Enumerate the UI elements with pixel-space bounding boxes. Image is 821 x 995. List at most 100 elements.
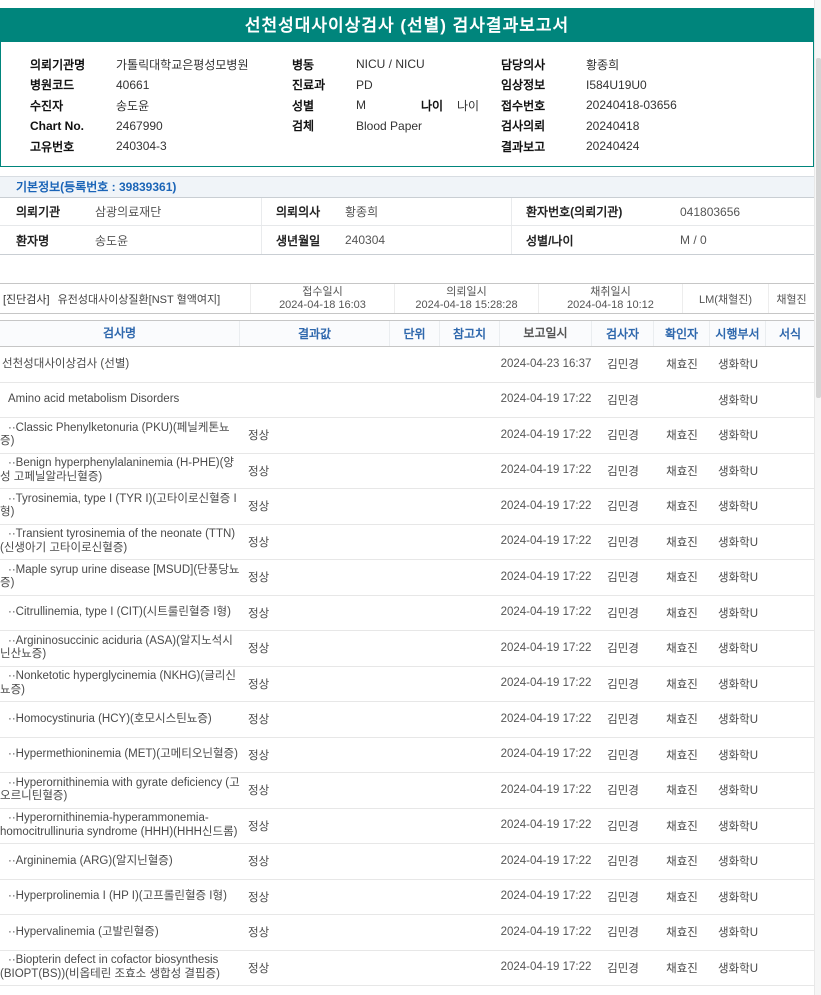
scrollbar-thumb[interactable] [816, 58, 821, 398]
field-label: 의뢰기관명 [30, 56, 116, 73]
department-name: 생화학U [710, 809, 766, 844]
test-name: ··Maple syrup urine disease [MSUD](단풍당뇨증… [0, 560, 240, 595]
report-datetime: 2024-04-19 17:22 [500, 454, 592, 489]
results-column-header: 단위 [390, 321, 440, 346]
result-value: 정상 [240, 809, 390, 844]
order-time-label: 접수일시 [302, 286, 342, 299]
format-cell [766, 667, 814, 702]
field-label: 의뢰의사 [276, 203, 345, 220]
result-value: 정상 [240, 560, 390, 595]
test-name: Amino acid metabolism Disorders [0, 383, 240, 418]
order-time: 의뢰일시2024-04-18 15:28:28 [394, 284, 538, 313]
field-label: 수진자 [30, 97, 116, 114]
field-label: 성별 [292, 97, 356, 114]
confirmer-name: 채효진 [654, 809, 710, 844]
result-value: 정상 [240, 773, 390, 808]
result-unit [390, 383, 440, 418]
header-col-left: 의뢰기관명가톨릭대학교은평성모병원병원코드40661수진자송도윤Chart No… [30, 54, 292, 157]
result-value: 정상 [240, 667, 390, 702]
result-unit [390, 702, 440, 737]
field-value: 20240418 [586, 119, 639, 133]
confirmer-name: 채효진 [654, 880, 710, 915]
results-column-header: 검사명 [0, 321, 240, 346]
basic-info-row: 의뢰기관삼광의료재단의뢰의사황종희환자번호(의뢰기관)041803656 [0, 198, 814, 226]
confirmer-name: 채효진 [654, 667, 710, 702]
result-row: ··Argininosuccinic aciduria (ASA)(알지노석시닌… [0, 631, 814, 667]
report-datetime: 2024-04-19 17:22 [500, 596, 592, 631]
department-name: 생화학U [710, 702, 766, 737]
result-value: 정상 [240, 915, 390, 950]
order-left: [진단검사] 유전성대사이상질환[NST 혈액여지] [0, 284, 250, 313]
test-name: ··Argininemia (ARG)(알지닌혈증) [0, 844, 240, 879]
field-value: PD [356, 78, 373, 92]
basic-info-cell: 성별/나이M / 0 [512, 226, 814, 254]
result-value: 정상 [240, 596, 390, 631]
order-time-value: 2024-04-18 10:12 [567, 299, 654, 312]
tester-name: 김민경 [592, 773, 654, 808]
result-unit [390, 809, 440, 844]
result-value: 정상 [240, 489, 390, 524]
report-datetime: 2024-04-23 16:37 [500, 347, 592, 382]
header-field-row: 결과보고20240424 [501, 136, 813, 157]
result-reference [440, 844, 500, 879]
confirmer-name: 채효진 [654, 596, 710, 631]
field-value: 황종희 [345, 203, 378, 220]
header-field-row: 수진자송도윤 [30, 95, 292, 116]
tester-name: 김민경 [592, 809, 654, 844]
field-label: 나이 [421, 97, 457, 114]
format-cell [766, 915, 814, 950]
department-name: 생화학U [710, 773, 766, 808]
report-header: 선천성대사이상검사 (선별) 검사결과보고서 의뢰기관명가톨릭대학교은평성모병원… [0, 8, 814, 167]
confirmer-name: 채효진 [654, 844, 710, 879]
result-unit [390, 915, 440, 950]
department-name: 생화학U [710, 667, 766, 702]
result-reference [440, 880, 500, 915]
format-cell [766, 951, 814, 986]
header-field-row: 진료과PD [292, 75, 501, 96]
result-value [240, 383, 390, 418]
field-label: 환자명 [16, 232, 95, 249]
result-reference [440, 951, 500, 986]
order-time-label: 채취일시 [590, 286, 630, 299]
basic-info-cell: 환자번호(의뢰기관)041803656 [512, 198, 814, 225]
result-row: ··Benign hyperphenylalaninemia (H-PHE)(양… [0, 454, 814, 490]
tester-name: 김민경 [592, 631, 654, 666]
department-name: 생화학U [710, 489, 766, 524]
result-row: ··Nonketotic hyperglycinemia (NKHG)(글리신뇨… [0, 667, 814, 703]
report-title: 선천성대사이상검사 (선별) 검사결과보고서 [1, 9, 813, 42]
tester-name: 김민경 [592, 702, 654, 737]
department-name: 생화학U [710, 596, 766, 631]
result-row: ··Hyperornithinemia with gyrate deficien… [0, 773, 814, 809]
field-value: M [356, 98, 421, 112]
format-cell [766, 631, 814, 666]
result-row: ··Argininemia (ARG)(알지닌혈증)정상2024-04-19 1… [0, 844, 814, 880]
tester-name: 김민경 [592, 383, 654, 418]
results-column-header: 보고일시 [500, 321, 592, 346]
result-row: ··Maple syrup urine disease [MSUD](단풍당뇨증… [0, 560, 814, 596]
field-value: 송도윤 [95, 232, 128, 249]
confirmer-name [654, 383, 710, 418]
header-field-row: 병동NICU / NICU [292, 54, 501, 75]
tester-name: 김민경 [592, 880, 654, 915]
report-datetime: 2024-04-19 17:22 [500, 631, 592, 666]
result-unit [390, 489, 440, 524]
format-cell [766, 489, 814, 524]
field-label: 접수번호 [501, 97, 586, 114]
format-cell [766, 809, 814, 844]
result-unit [390, 525, 440, 560]
format-cell [766, 525, 814, 560]
field-value: 20240418-03656 [586, 98, 677, 112]
test-name: ··Benign hyperphenylalaninemia (H-PHE)(양… [0, 454, 240, 489]
test-name: ··Hypervalinemia (고발린혈증) [0, 915, 240, 950]
results-column-header: 결과값 [240, 321, 390, 346]
format-cell [766, 844, 814, 879]
report-datetime: 2024-04-19 17:22 [500, 809, 592, 844]
result-unit [390, 773, 440, 808]
result-reference [440, 631, 500, 666]
vertical-scrollbar[interactable] [814, 0, 821, 995]
results-column-header: 검사자 [592, 321, 654, 346]
header-field-row: 고유번호240304-3 [30, 136, 292, 157]
results-column-header: 참고치 [440, 321, 500, 346]
tester-name: 김민경 [592, 454, 654, 489]
report-datetime: 2024-04-19 17:22 [500, 525, 592, 560]
